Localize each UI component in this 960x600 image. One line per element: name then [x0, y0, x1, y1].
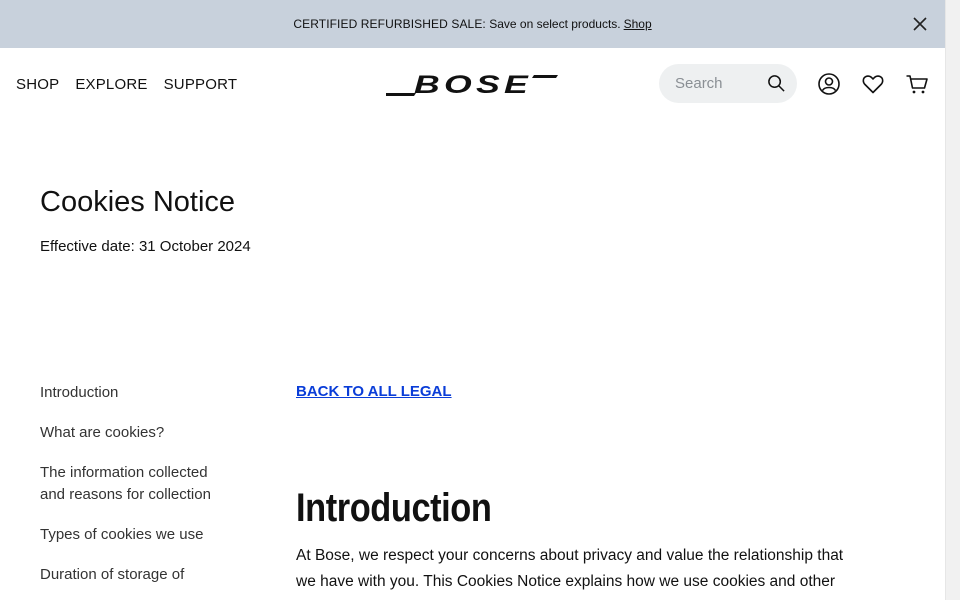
toc-item-information-collected[interactable]: The information collected and reasons fo…: [40, 462, 220, 506]
back-to-all-legal-link[interactable]: BACK TO ALL LEGAL: [296, 383, 452, 400]
promo-lead: CERTIFIED REFURBISHED SALE:: [293, 17, 486, 31]
account-icon[interactable]: [817, 72, 841, 96]
toc-item-types-of-cookies[interactable]: Types of cookies we use: [40, 524, 220, 546]
section-body-introduction: At Bose, we respect your concerns about …: [296, 547, 844, 590]
search-input[interactable]: [675, 75, 761, 92]
page-scrollbar[interactable]: [945, 0, 960, 600]
nav-support[interactable]: SUPPORT: [164, 76, 238, 93]
search-icon[interactable]: [767, 74, 786, 93]
bose-logo[interactable]: BOSE: [386, 72, 560, 98]
nav-shop[interactable]: SHOP: [16, 76, 59, 93]
toc-item-duration-of-storage[interactable]: Duration of storage of: [40, 564, 220, 586]
promo-text: Save on select products.: [489, 17, 621, 31]
section-title-introduction: Introduction: [296, 486, 492, 530]
heart-icon[interactable]: [861, 72, 885, 96]
close-icon[interactable]: [911, 15, 929, 33]
cart-icon[interactable]: [905, 72, 929, 96]
toc-sidebar: Introduction What are cookies? The infor…: [40, 382, 220, 600]
promo-shop-link[interactable]: Shop: [624, 17, 652, 31]
page: CERTIFIED REFURBISHED SALE: Save on sele…: [0, 0, 960, 600]
nav-explore[interactable]: EXPLORE: [75, 76, 147, 93]
brand-wordmark: BOSE: [414, 72, 532, 98]
site-header: SHOP EXPLORE SUPPORT BOSE: [0, 48, 945, 120]
promo-banner: CERTIFIED REFURBISHED SALE: Save on sele…: [0, 0, 945, 48]
toc-item-introduction[interactable]: Introduction: [40, 382, 220, 404]
page-title: Cookies Notice: [40, 186, 236, 218]
toc-item-what-are-cookies[interactable]: What are cookies?: [40, 422, 220, 444]
search-box: [659, 64, 797, 103]
main-nav: SHOP EXPLORE SUPPORT: [16, 48, 237, 120]
effective-date: Effective date: 31 October 2024: [40, 238, 251, 255]
